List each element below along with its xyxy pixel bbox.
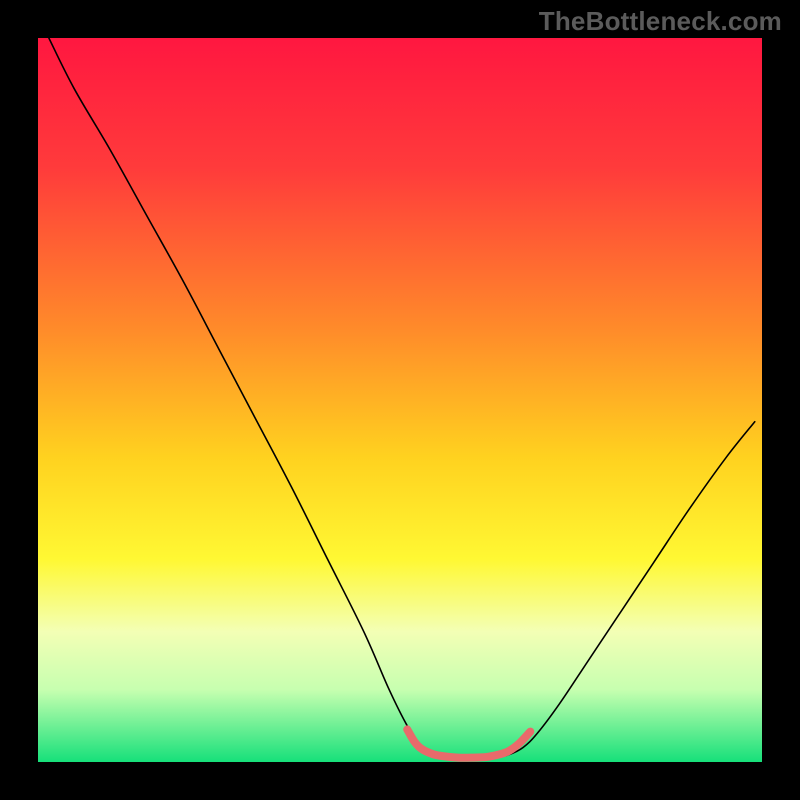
chart-frame: TheBottleneck.com xyxy=(0,0,800,800)
bottleneck-chart xyxy=(38,38,762,762)
plot-area xyxy=(38,38,762,762)
gradient-background xyxy=(38,38,762,762)
watermark: TheBottleneck.com xyxy=(539,6,782,37)
